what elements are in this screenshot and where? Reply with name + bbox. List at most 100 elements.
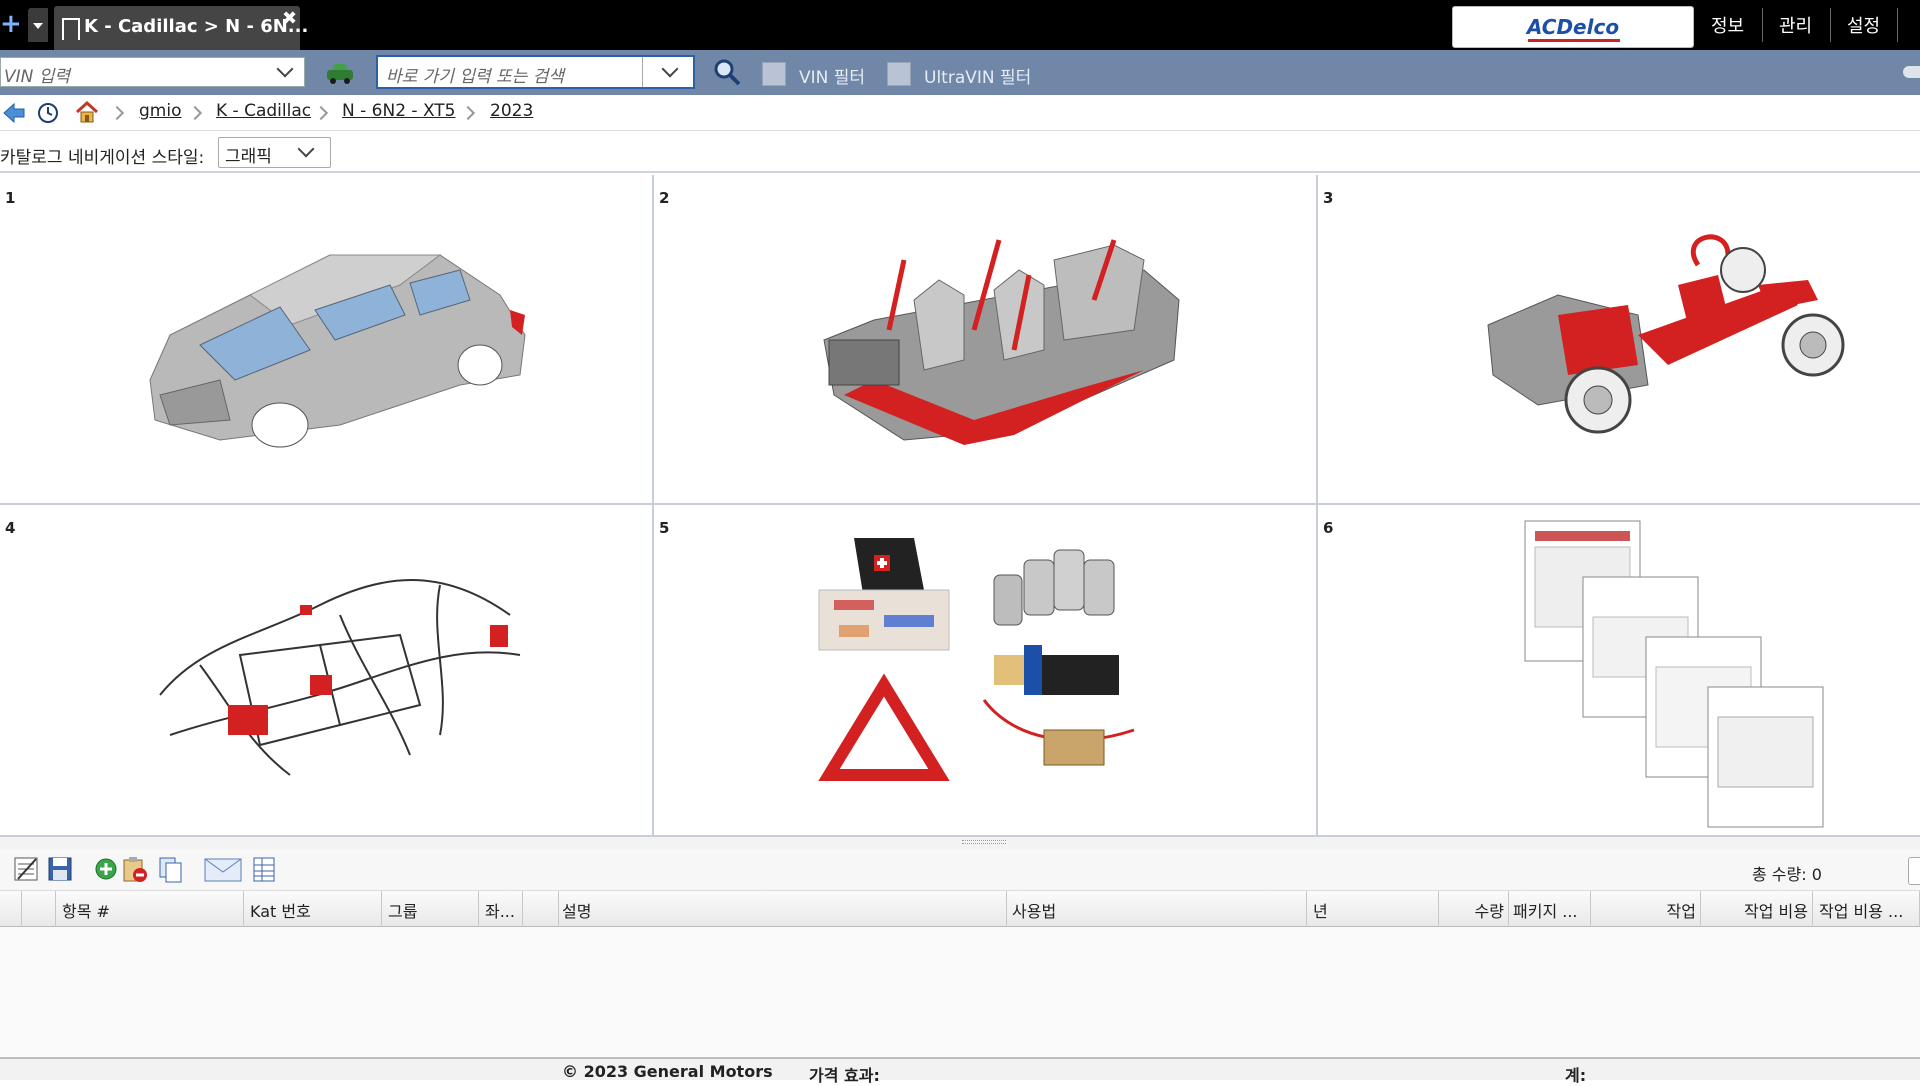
menu-divider <box>1762 8 1763 42</box>
vin-input[interactable]: VIN 입력 <box>0 57 305 87</box>
acdelco-logo[interactable]: ACDelco <box>1452 6 1694 48</box>
column-header-blank[interactable] <box>523 891 559 927</box>
column-header-group[interactable]: 그룹 <box>382 891 479 927</box>
email-icon[interactable] <box>203 855 243 883</box>
column-header-year[interactable]: 년 <box>1307 891 1439 927</box>
chevron-down-icon <box>33 23 43 29</box>
grid-divider <box>0 503 1920 505</box>
copy-icon[interactable] <box>156 855 184 883</box>
menu-info[interactable]: 정보 <box>1711 12 1744 38</box>
total-quantity: 총 수량: 0 <box>1752 865 1822 884</box>
panel-splitter[interactable] <box>0 835 1920 849</box>
column-header-usage[interactable]: 사용법 <box>1007 891 1307 927</box>
menu-manage[interactable]: 관리 <box>1779 12 1812 38</box>
search-divider <box>642 57 643 87</box>
search-icon[interactable] <box>712 57 742 87</box>
tab-label: K - Cadillac > N - 6N... <box>84 16 309 37</box>
home-icon[interactable] <box>74 100 100 124</box>
column-header-flag[interactable] <box>22 891 56 927</box>
tile-number: 1 <box>5 189 16 207</box>
price-effect-label: 가격 효과: <box>809 1066 880 1085</box>
menu-divider <box>1897 8 1898 42</box>
nav-style-value: 그래픽 <box>225 147 272 167</box>
copyright-text: © 2023 General Motors <box>562 1062 773 1081</box>
add-icon[interactable] <box>92 855 120 883</box>
vin-placeholder: VIN 입력 <box>4 67 71 87</box>
vin-filter-checkbox[interactable] <box>762 62 786 86</box>
search-input[interactable]: 바로 가기 입력 또는 검색 <box>376 55 695 89</box>
column-header-position[interactable]: 좌... <box>479 891 523 927</box>
tile-number: 3 <box>1323 189 1334 207</box>
catalog-tile-3[interactable]: 3 <box>1318 175 1920 503</box>
panel-toggle-button[interactable] <box>1908 857 1920 885</box>
bookmark-icon <box>62 18 80 41</box>
history-icon[interactable] <box>37 102 59 124</box>
breadcrumb-item[interactable]: N - 6N2 - XT5 <box>342 101 456 121</box>
menu-divider <box>1830 8 1831 42</box>
search-toolbar: VIN 입력 바로 가기 입력 또는 검색 VIN 필터 UltraVIN 필터 <box>0 50 1920 95</box>
wiring-harness-icon <box>159 579 521 776</box>
documents-icon <box>1524 520 1824 828</box>
vehicle-select-icon[interactable] <box>325 61 355 85</box>
save-icon[interactable] <box>46 855 74 883</box>
menu-settings[interactable]: 설정 <box>1847 12 1880 38</box>
grip-icon <box>962 840 1006 844</box>
chassis-drivetrain-icon <box>1487 234 1845 434</box>
column-header-item[interactable]: 항목 # <box>56 891 244 927</box>
tile-number: 4 <box>5 519 16 537</box>
column-header-package[interactable]: 패키지 ... <box>1509 891 1591 927</box>
edit-list-icon[interactable] <box>12 855 40 883</box>
brand-logo-text: ACDelco <box>1453 15 1693 42</box>
spreadsheet-icon[interactable] <box>250 855 278 883</box>
column-header-quantity[interactable]: 수량 <box>1439 891 1509 927</box>
column-header-select[interactable] <box>0 891 22 927</box>
catalog-tile-2[interactable]: 2 <box>654 175 1316 503</box>
parts-table-body[interactable] <box>0 927 1920 1057</box>
catalog-tile-1[interactable]: 1 <box>0 175 652 503</box>
column-header-description[interactable]: 설명 <box>559 891 1007 927</box>
parts-table-header: 항목 # Kat 번호 그룹 좌... 설명 사용법 년 수량 패키지 ... … <box>0 891 1920 927</box>
catalog-nav-style-bar: 카탈로그 네비게이션 스타일: 그래픽 <box>0 133 1920 173</box>
tab-active[interactable]: K - Cadillac > N - 6N... ✖ <box>54 6 308 50</box>
catalog-tile-6[interactable]: 6 <box>1318 505 1920 835</box>
column-header-labor[interactable]: 작업 <box>1591 891 1701 927</box>
status-bar: © 2023 General Motors 가격 효과: 계: <box>0 1057 1920 1085</box>
catalog-tile-5[interactable]: 5 <box>654 505 1316 835</box>
catalog-tile-4[interactable]: 4 <box>0 505 652 835</box>
breadcrumb-item[interactable]: 2023 <box>490 101 533 121</box>
nav-style-label: 카탈로그 네비게이션 스타일: <box>0 148 205 168</box>
tile-number: 5 <box>659 519 670 537</box>
column-header-labor-cost-2[interactable]: 작업 비용 ... <box>1813 891 1920 927</box>
chevron-down-icon[interactable] <box>661 60 679 78</box>
total-label: 계: <box>1565 1066 1587 1085</box>
chevron-right-icon <box>187 105 203 121</box>
interior-seats-icon <box>823 239 1180 445</box>
breadcrumb-item[interactable]: K - Cadillac <box>216 101 311 121</box>
chevron-down-icon[interactable] <box>276 60 294 78</box>
vin-filter-label: VIN 필터 <box>799 68 866 88</box>
chevron-right-icon <box>109 105 125 121</box>
vehicle-body-icon <box>149 254 526 448</box>
new-tab-button[interactable]: + <box>0 10 22 40</box>
breadcrumb-item[interactable]: gmio <box>139 101 181 121</box>
breadcrumb: gmio K - Cadillac N - 6N2 - XT5 2023 <box>0 95 1920 131</box>
tab-menu-button[interactable] <box>28 8 48 42</box>
close-icon[interactable]: ✖ <box>282 8 297 29</box>
column-header-catalog-number[interactable]: Kat 번호 <box>244 891 382 927</box>
chevron-right-icon <box>313 105 329 121</box>
grid-divider <box>1316 175 1318 835</box>
chevron-right-icon <box>460 105 476 121</box>
catalog-grid: 1 2 3 4 5 6 <box>0 175 1920 835</box>
grid-divider <box>652 175 654 835</box>
back-arrow-icon[interactable] <box>2 102 26 124</box>
clear-clipboard-icon[interactable] <box>120 855 148 883</box>
nav-style-select[interactable]: 그래픽 <box>218 137 331 168</box>
column-header-labor-cost[interactable]: 작업 비용 <box>1701 891 1813 927</box>
title-bar: + K - Cadillac > N - 6N... ✖ ACDelco 정보 … <box>0 0 1920 50</box>
chevron-down-icon <box>297 140 315 158</box>
ultravin-filter-checkbox[interactable] <box>887 62 911 86</box>
collapse-panel-icon[interactable] <box>1903 66 1920 78</box>
accessories-icon <box>818 538 1135 781</box>
parts-toolbar: 총 수량: 0 <box>0 849 1920 891</box>
tile-number: 2 <box>659 189 670 207</box>
